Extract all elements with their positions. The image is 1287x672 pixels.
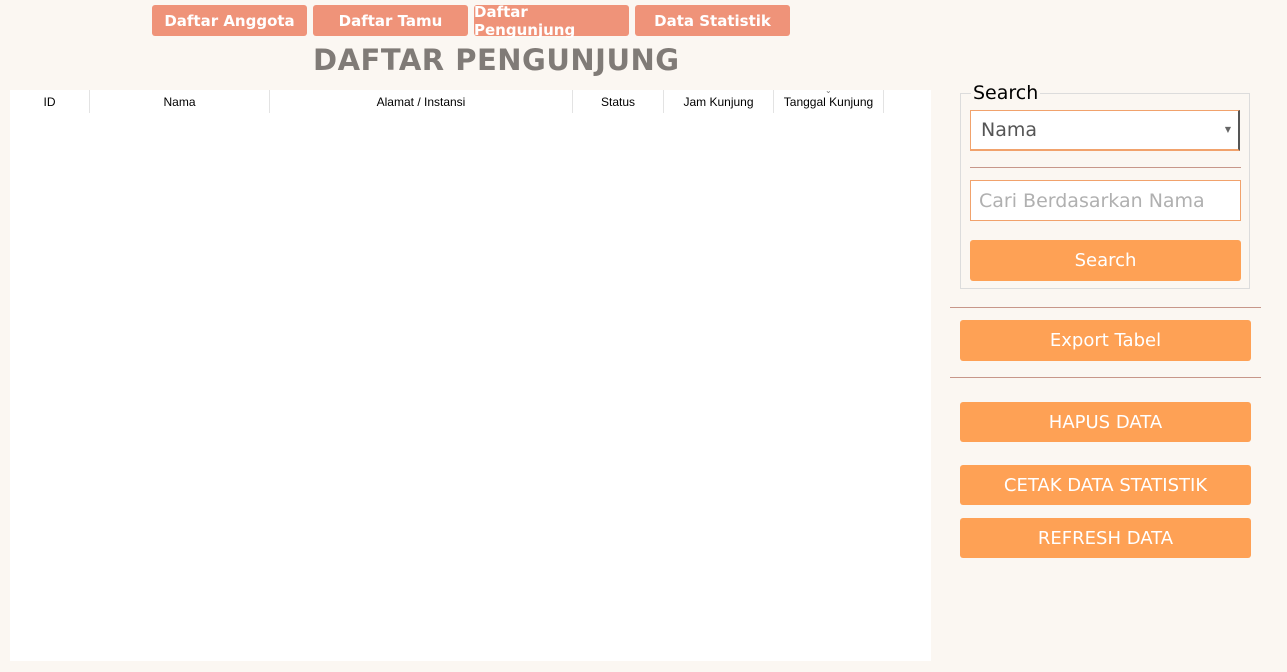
- print-stats-label: CETAK DATA STATISTIK: [1003, 474, 1208, 496]
- divider: [950, 377, 1261, 378]
- search-button-label: Search: [1074, 250, 1137, 271]
- export-label: Export Tabel: [1049, 330, 1162, 351]
- page-title: DAFTAR PENGUNJUNG: [313, 43, 680, 77]
- refresh-label: REFRESH DATA: [1037, 527, 1174, 549]
- dropdown-arrow-icon: ▼: [1224, 125, 1231, 134]
- search-input[interactable]: [970, 180, 1241, 221]
- divider: [970, 167, 1241, 168]
- search-legend: Search: [971, 82, 1041, 104]
- nav-label: Data Statistik: [654, 11, 771, 30]
- nav-daftar-pengunjung-button[interactable]: Daftar Pengunjung: [474, 2, 629, 39]
- sort-indicator-icon: ⌄: [825, 86, 832, 95]
- search-field-select[interactable]: Nama ▼: [970, 110, 1240, 151]
- nav-label: Daftar Pengunjung: [474, 2, 576, 39]
- column-header-nama[interactable]: Nama: [90, 90, 270, 113]
- nav-label: Daftar Tamu: [338, 11, 443, 30]
- column-header-jam-kunjung[interactable]: Jam Kunjung: [664, 90, 774, 113]
- delete-label: HAPUS DATA: [1048, 411, 1163, 433]
- nav-daftar-tamu-button[interactable]: Daftar Tamu: [313, 5, 468, 36]
- table-header: ID Nama Alamat / Instansi Status Jam Kun…: [10, 86, 931, 113]
- print-statistics-button[interactable]: CETAK DATA STATISTIK: [960, 465, 1251, 505]
- delete-data-button[interactable]: HAPUS DATA: [960, 402, 1251, 442]
- nav-data-statistik-button[interactable]: Data Statistik: [635, 5, 790, 36]
- column-header-status[interactable]: Status: [573, 90, 664, 113]
- nav-daftar-anggota-button[interactable]: Daftar Anggota: [152, 5, 307, 36]
- search-button[interactable]: Search: [970, 240, 1241, 281]
- search-field-value: Nama: [981, 119, 1038, 141]
- visitor-table[interactable]: ID Nama Alamat / Instansi Status Jam Kun…: [10, 86, 931, 661]
- refresh-data-button[interactable]: REFRESH DATA: [960, 518, 1251, 558]
- export-table-button[interactable]: Export Tabel: [960, 320, 1251, 361]
- column-header-alamat[interactable]: Alamat / Instansi: [270, 90, 573, 113]
- column-header-id[interactable]: ID: [10, 90, 90, 113]
- divider: [950, 307, 1261, 308]
- nav-label: Daftar Anggota: [164, 11, 295, 30]
